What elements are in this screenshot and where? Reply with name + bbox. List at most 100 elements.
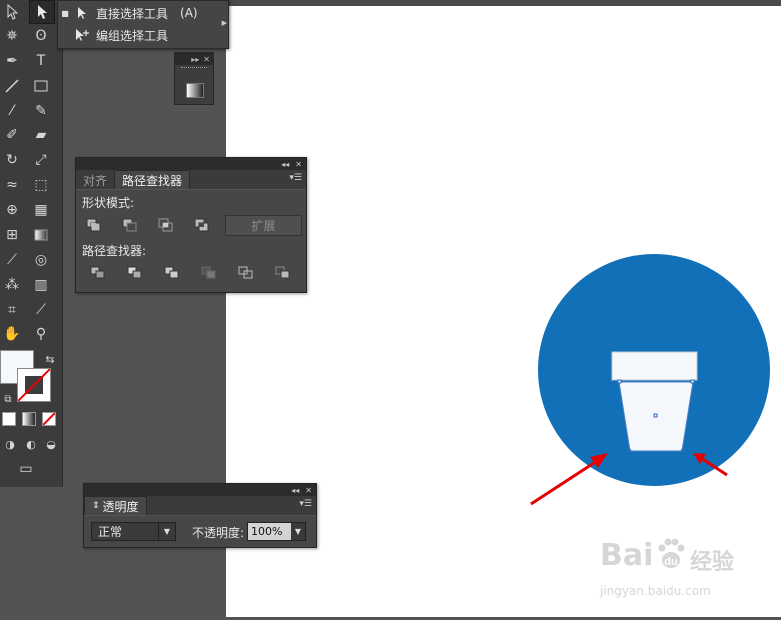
swap-fill-stroke-icon[interactable]: ⇆ <box>38 348 62 370</box>
free-transform-tool-icon[interactable]: ⬚ <box>29 174 53 196</box>
transparency-panel: ◂◂ ✕ ⇕ 透明度 ▾☰ 正常 ▼ 不透明度: 100% ▼ <box>83 483 317 548</box>
column-graph-tool-icon[interactable]: ▥ <box>29 274 53 296</box>
default-fill-stroke-icon[interactable]: ⧉ <box>0 388 20 410</box>
minus-front-icon[interactable] <box>121 217 139 233</box>
exclude-icon[interactable] <box>193 217 211 233</box>
watermark-brand-cn: 经验 <box>690 550 735 575</box>
gradient-mode-icon[interactable] <box>22 412 36 426</box>
opacity-label: 不透明度: <box>192 526 245 540</box>
eraser-tool-icon[interactable]: ▰ <box>29 124 53 146</box>
none-mode-icon[interactable] <box>42 412 56 426</box>
pen-tool-icon[interactable]: ✒ <box>0 50 24 72</box>
flyout-item-group-selection[interactable]: 编组选择工具 <box>58 24 220 46</box>
collapsed-gradient-panel[interactable]: ▸▸ ✕ <box>174 52 214 105</box>
anchor-point <box>681 449 684 452</box>
divide-icon[interactable] <box>89 265 107 281</box>
screen-mode-icon[interactable]: ▭ <box>14 458 38 480</box>
minus-back-icon[interactable] <box>274 265 292 281</box>
close-icon[interactable]: ✕ <box>295 160 302 169</box>
tab-pathfinder[interactable]: 路径查找器 <box>114 170 191 189</box>
gradient-tool-icon[interactable] <box>29 224 53 246</box>
anchor-point <box>690 379 695 384</box>
flyout-item-direct-selection[interactable]: ■ 直接选择工具 (A) <box>58 2 220 24</box>
eyedropper-tool-icon[interactable]: ⟋ <box>0 249 24 271</box>
paintbrush-tool-icon[interactable]: ⁄ <box>0 100 24 122</box>
opacity-value[interactable]: 100% <box>248 523 291 540</box>
tools-panel: ✵ ʘ ✒ T ⁄ ✎ ✐ ▰ ↻ ⤢ ≈ ⬚ ⊕ ▦ ⊞ ⟋ ◎ ⁂ ▥ ⌗ … <box>0 0 63 487</box>
selection-tool-flyout: ■ 直接选择工具 (A) 编组选择工具 ▶ <box>57 0 229 49</box>
opacity-field[interactable]: 100% ▼ <box>247 522 306 541</box>
direct-selection-tool-icon[interactable] <box>29 0 55 24</box>
mesh-tool-icon[interactable]: ⊞ <box>0 224 24 246</box>
watermark-brand: Bai <box>600 538 654 573</box>
blend-mode-select[interactable]: 正常 ▼ <box>91 522 176 541</box>
trim-icon[interactable] <box>126 265 144 281</box>
flyout-label: 直接选择工具 <box>96 6 169 21</box>
zoom-tool-icon[interactable]: ⚲ <box>29 323 53 345</box>
panel-tabs: ⇕ 透明度 ▾☰ <box>84 496 316 516</box>
type-tool-icon[interactable]: T <box>29 50 53 72</box>
scale-tool-icon[interactable]: ⤢ <box>29 149 53 171</box>
watermark-url: jingyan.baidu.com <box>600 584 711 598</box>
anchor-point <box>617 379 622 384</box>
close-icon[interactable]: ✕ <box>305 486 312 495</box>
red-arrow-left <box>530 453 608 506</box>
shape-builder-tool-icon[interactable]: ⊕ <box>0 199 24 221</box>
selection-tool-icon[interactable] <box>0 1 24 23</box>
hand-tool-icon[interactable]: ✋ <box>0 323 24 345</box>
merge-icon[interactable] <box>163 265 181 281</box>
paw-logo-icon: du <box>656 536 686 570</box>
direct-selection-arrow-icon <box>72 6 92 20</box>
crop-icon[interactable] <box>200 265 218 281</box>
artboard-tool-icon[interactable]: ⌗ <box>0 299 24 321</box>
chevron-down-icon[interactable]: ▼ <box>158 523 175 540</box>
blob-brush-tool-icon[interactable]: ✐ <box>0 124 24 146</box>
draw-inside-icon[interactable]: ◒ <box>39 433 63 455</box>
gradient-panel-icon[interactable] <box>186 83 204 98</box>
rectangle-tool-icon[interactable] <box>29 75 53 97</box>
graph-tool-icon[interactable]: ▦ <box>29 199 53 221</box>
lasso-tool-icon[interactable]: ʘ <box>29 25 53 47</box>
panel-titlebar[interactable]: ◂◂ ✕ <box>76 158 306 170</box>
panel-titlebar[interactable]: ◂◂ ✕ <box>84 484 316 496</box>
collapse-icon[interactable]: ◂◂ <box>291 486 299 495</box>
panel-grip[interactable] <box>181 67 207 74</box>
warp-tool-icon[interactable]: ≈ <box>0 174 24 196</box>
group-selection-arrow-icon <box>72 28 92 42</box>
chevron-down-icon[interactable]: ▼ <box>291 523 305 540</box>
tab-stepper-icon: ⇕ <box>92 501 100 511</box>
tab-align[interactable]: 对齐 <box>76 171 114 189</box>
stroke-swatch[interactable] <box>17 368 51 402</box>
color-mode-icon[interactable] <box>2 412 16 426</box>
mini-panel-header: ▸▸ ✕ <box>175 53 213 65</box>
slice-tool-icon[interactable]: ⟋ <box>29 299 53 321</box>
blend-mode-value: 正常 <box>98 525 123 539</box>
expand-button[interactable]: 扩展 <box>225 215 302 236</box>
pathfinder-panel: ◂◂ ✕ 对齐 路径查找器 ▾☰ 形状模式: 扩展 路径查找器: <box>75 157 307 293</box>
outline-icon[interactable] <box>237 265 255 281</box>
close-icon[interactable]: ✕ <box>203 55 210 64</box>
intersect-icon[interactable] <box>157 217 175 233</box>
shape-modes-label: 形状模式: <box>82 196 135 210</box>
unite-icon[interactable] <box>85 217 103 233</box>
panel-menu-icon[interactable]: ▾☰ <box>289 173 302 183</box>
tab-transparency-label: 透明度 <box>102 499 139 514</box>
tab-transparency[interactable]: ⇕ 透明度 <box>84 496 147 515</box>
symbol-sprayer-tool-icon[interactable]: ⁂ <box>0 274 24 296</box>
panel-tabs: 对齐 路径查找器 ▾☰ <box>76 170 306 190</box>
flyout-expand-arrow-icon[interactable]: ▶ <box>222 19 227 27</box>
pencil-tool-icon[interactable]: ✎ <box>29 100 53 122</box>
pot-rim <box>611 351 698 381</box>
collapse-icon[interactable]: ◂◂ <box>281 160 289 169</box>
expand-panel-icon[interactable]: ▸▸ <box>191 55 199 64</box>
flyout-shortcut: (A) <box>180 6 198 20</box>
baidu-jingyan-watermark: Bai du 经验 jingyan.baidu.com <box>598 534 748 604</box>
rotate-tool-icon[interactable]: ↻ <box>0 149 24 171</box>
line-tool-icon[interactable] <box>0 75 24 97</box>
magic-wand-tool-icon[interactable]: ✵ <box>0 25 24 47</box>
anchor-point <box>628 449 631 452</box>
panel-menu-icon[interactable]: ▾☰ <box>299 499 312 509</box>
flyout-label: 编组选择工具 <box>96 28 169 43</box>
pathfinders-label: 路径查找器: <box>82 244 147 258</box>
blend-tool-icon[interactable]: ◎ <box>29 249 53 271</box>
